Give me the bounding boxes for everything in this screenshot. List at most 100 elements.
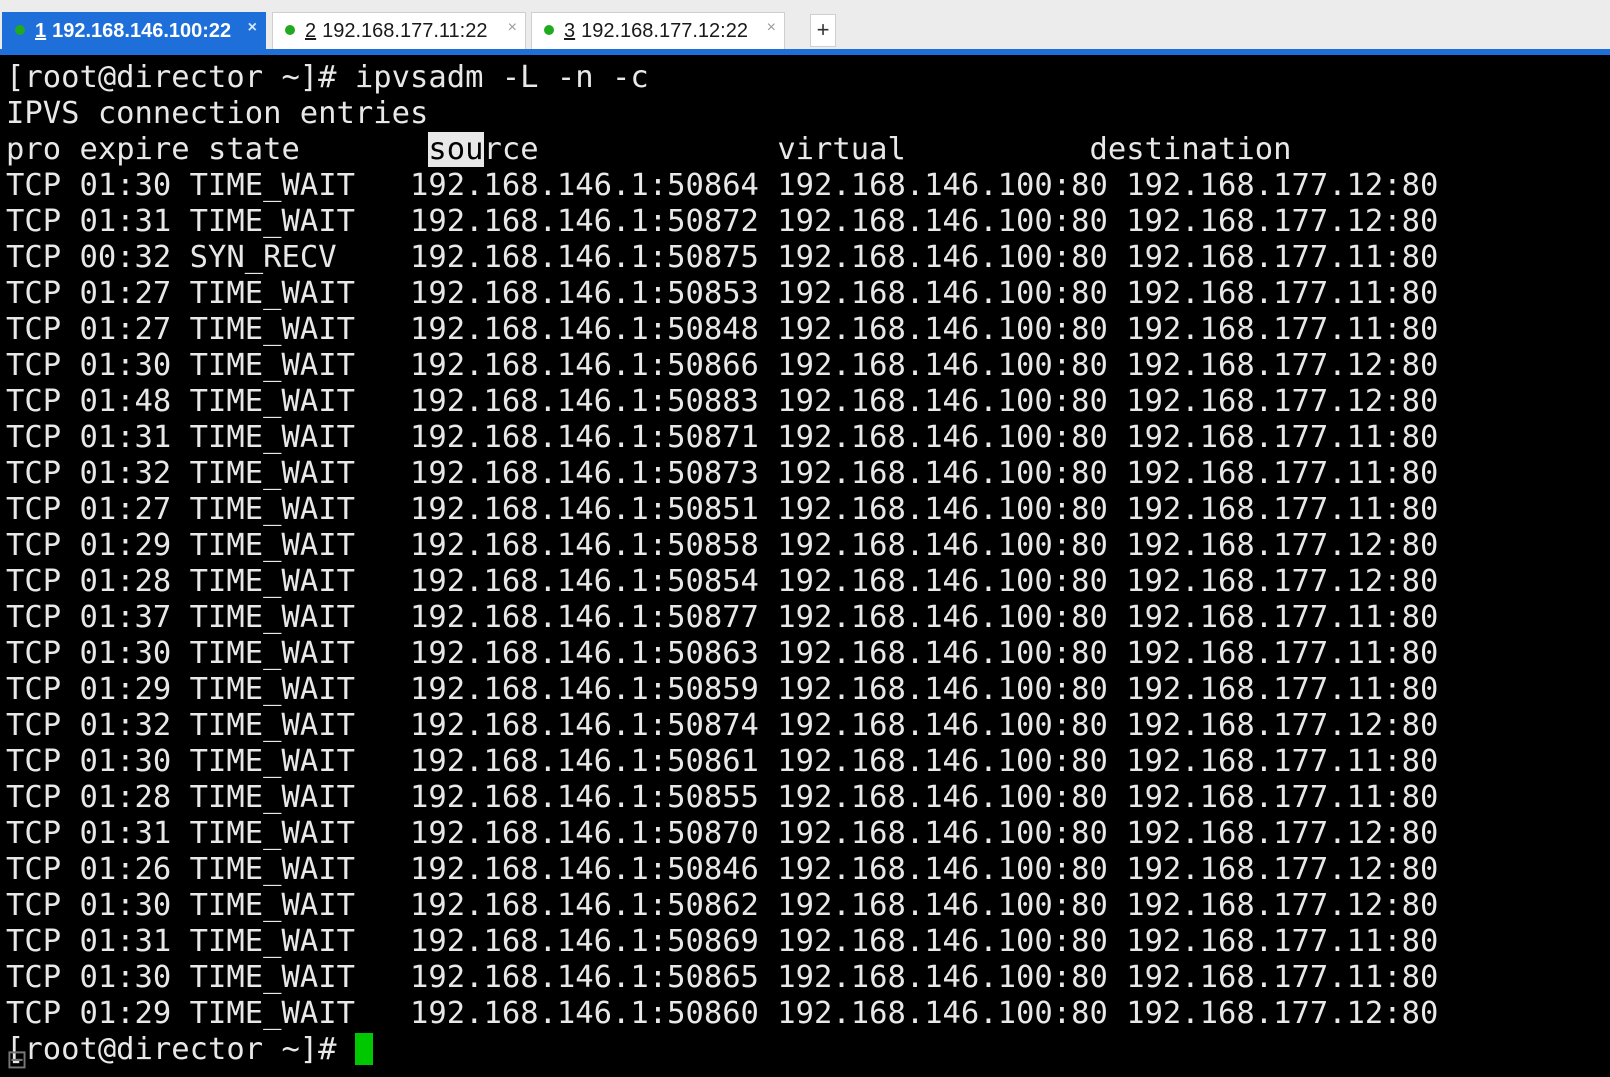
output-subtitle: IPVS connection entries (6, 96, 429, 131)
cell-virtual: 192.168.146.100:80 (777, 456, 1108, 491)
close-icon[interactable]: × (508, 9, 517, 46)
cell-destination: 192.168.177.12:80 (1126, 564, 1439, 599)
cell-expire: 01:30 (79, 348, 172, 383)
cell-virtual: 192.168.146.100:80 (777, 564, 1108, 599)
cell-source: 192.168.146.1:50873 (410, 456, 759, 491)
table-row: TCP 01:32 TIME_WAIT 192.168.146.1:50873 … (6, 456, 1606, 492)
cell-pro: TCP (6, 240, 62, 275)
cell-pro: TCP (6, 924, 62, 959)
cell-virtual: 192.168.146.100:80 (777, 384, 1108, 419)
prompt: [root@director ~]# (6, 1032, 355, 1067)
cell-pro: TCP (6, 780, 62, 815)
header-destination: destination (1089, 132, 1292, 167)
table-row: TCP 01:31 TIME_WAIT 192.168.146.1:50872 … (6, 204, 1606, 240)
cell-virtual: 192.168.146.100:80 (777, 276, 1108, 311)
cell-source: 192.168.146.1:50866 (410, 348, 759, 383)
cell-source: 192.168.146.1:50877 (410, 600, 759, 635)
tab-session-2[interactable]: 2 192.168.177.11:22 × (272, 12, 526, 49)
cell-pro: TCP (6, 348, 62, 383)
header-virtual: virtual (777, 132, 906, 167)
table-row: TCP 01:28 TIME_WAIT 192.168.146.1:50855 … (6, 780, 1606, 816)
cell-virtual: 192.168.146.100:80 (777, 924, 1108, 959)
cell-destination: 192.168.177.12:80 (1126, 996, 1439, 1031)
cell-destination: 192.168.177.12:80 (1126, 168, 1439, 203)
plus-icon[interactable]: + (810, 14, 836, 47)
cell-destination: 192.168.177.11:80 (1126, 780, 1439, 815)
cell-expire: 00:32 (79, 240, 172, 275)
cell-source: 192.168.146.1:50855 (410, 780, 759, 815)
cell-source: 192.168.146.1:50851 (410, 492, 759, 527)
close-icon[interactable]: × (248, 9, 257, 46)
cell-expire: 01:30 (79, 888, 172, 923)
table-row: TCP 01:30 TIME_WAIT 192.168.146.1:50863 … (6, 636, 1606, 672)
cell-destination: 192.168.177.12:80 (1126, 852, 1439, 887)
status-dot-icon (15, 24, 25, 35)
cell-source: 192.168.146.1:50861 (410, 744, 759, 779)
cell-virtual: 192.168.146.100:80 (777, 744, 1108, 779)
prompt-line[interactable]: [root@director ~]# (6, 1032, 1606, 1068)
cell-source: 192.168.146.1:50854 (410, 564, 759, 599)
cell-source: 192.168.146.1:50874 (410, 708, 759, 743)
cell-virtual: 192.168.146.100:80 (777, 816, 1108, 851)
close-icon[interactable]: × (767, 9, 776, 46)
table-row: TCP 01:30 TIME_WAIT 192.168.146.1:50866 … (6, 348, 1606, 384)
cell-pro: TCP (6, 852, 62, 887)
cell-destination: 192.168.177.11:80 (1126, 744, 1439, 779)
cell-pro: TCP (6, 960, 62, 995)
tab-number: 2 (305, 20, 317, 42)
cell-state: TIME_WAIT (189, 204, 355, 239)
table-row: TCP 01:30 TIME_WAIT 192.168.146.1:50862 … (6, 888, 1606, 924)
tab-session-3[interactable]: 3 192.168.177.12:22 × (531, 12, 785, 49)
tab-host: 192.168.177.11:22 (322, 20, 488, 42)
cell-pro: TCP (6, 744, 62, 779)
cell-virtual: 192.168.146.100:80 (777, 780, 1108, 815)
cell-pro: TCP (6, 708, 62, 743)
cell-virtual: 192.168.146.100:80 (777, 600, 1108, 635)
table-row: TCP 01:27 TIME_WAIT 192.168.146.1:50851 … (6, 492, 1606, 528)
text-cursor (354, 1032, 373, 1065)
table-row: TCP 01:32 TIME_WAIT 192.168.146.1:50874 … (6, 708, 1606, 744)
connection-table: TCP 01:30 TIME_WAIT 192.168.146.1:50864 … (6, 168, 1606, 1032)
cell-state: TIME_WAIT (189, 312, 355, 347)
tab-bar-accent (0, 49, 1610, 55)
cell-destination: 192.168.177.12:80 (1126, 384, 1439, 419)
tab-session-1[interactable]: 1 192.168.146.100:22 × (2, 12, 266, 49)
cell-state: SYN_RECV (189, 240, 337, 275)
window-icon[interactable]: ⊟ (6, 1045, 36, 1075)
cell-source: 192.168.146.1:50862 (410, 888, 759, 923)
table-row: TCP 01:29 TIME_WAIT 192.168.146.1:50859 … (6, 672, 1606, 708)
cell-expire: 01:28 (79, 564, 172, 599)
header-source: rce (483, 132, 539, 167)
header-source-selected: sou (428, 132, 484, 167)
table-row: TCP 01:30 TIME_WAIT 192.168.146.1:50861 … (6, 744, 1606, 780)
cell-destination: 192.168.177.11:80 (1126, 492, 1439, 527)
cell-destination: 192.168.177.12:80 (1126, 528, 1439, 563)
table-row: TCP 01:26 TIME_WAIT 192.168.146.1:50846 … (6, 852, 1606, 888)
cell-pro: TCP (6, 312, 62, 347)
cell-expire: 01:30 (79, 636, 172, 671)
cell-state: TIME_WAIT (189, 780, 355, 815)
cell-source: 192.168.146.1:50864 (410, 168, 759, 203)
cell-state: TIME_WAIT (189, 636, 355, 671)
cell-virtual: 192.168.146.100:80 (777, 168, 1108, 203)
terminal-output[interactable]: [root@director ~]# ipvsadm -L -n -c IPVS… (6, 60, 1606, 1077)
cell-expire: 01:32 (79, 456, 172, 491)
tab-number: 1 (35, 20, 47, 42)
cell-state: TIME_WAIT (189, 528, 355, 563)
cell-pro: TCP (6, 168, 62, 203)
cell-state: TIME_WAIT (189, 276, 355, 311)
cell-expire: 01:31 (79, 816, 172, 851)
cell-source: 192.168.146.1:50875 (410, 240, 759, 275)
cell-destination: 192.168.177.11:80 (1126, 276, 1439, 311)
cell-expire: 01:30 (79, 168, 172, 203)
cell-virtual: 192.168.146.100:80 (777, 348, 1108, 383)
cell-virtual: 192.168.146.100:80 (777, 672, 1108, 707)
cell-source: 192.168.146.1:50859 (410, 672, 759, 707)
cell-expire: 01:31 (79, 420, 172, 455)
cell-virtual: 192.168.146.100:80 (777, 852, 1108, 887)
command-line: [root@director ~]# ipvsadm -L -n -c (6, 60, 649, 95)
cell-destination: 192.168.177.12:80 (1126, 816, 1439, 851)
table-header: pro expire state source virtual destinat… (6, 132, 1606, 168)
cell-destination: 192.168.177.11:80 (1126, 924, 1439, 959)
cell-pro: TCP (6, 384, 62, 419)
